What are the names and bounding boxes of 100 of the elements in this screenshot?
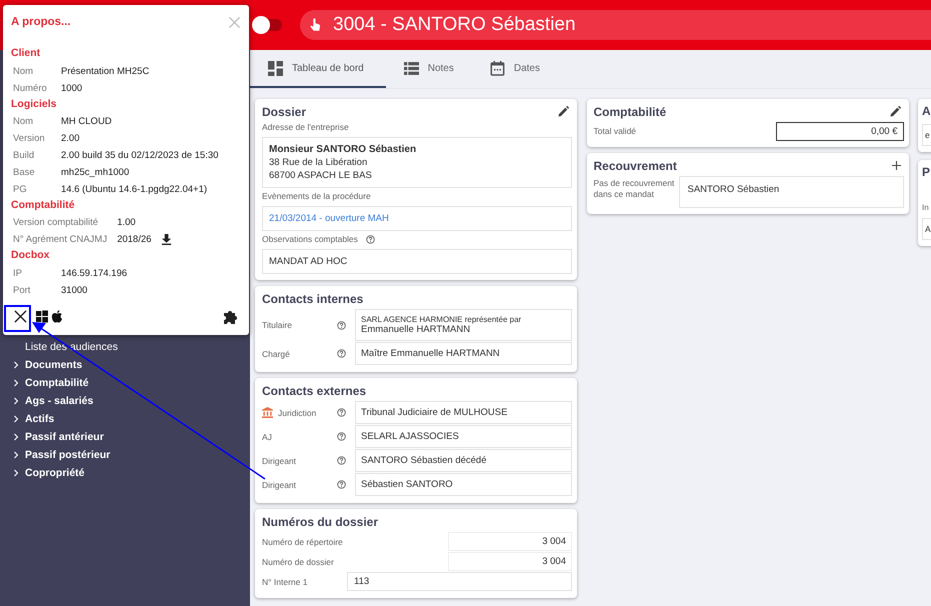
total-field[interactable]: 0,00 € [776, 122, 904, 141]
help-icon[interactable] [337, 456, 346, 465]
info-value: 1.00 [117, 217, 136, 228]
tab[interactable]: Dates [472, 50, 558, 88]
address-line: 38 Rue de la Libération [269, 156, 368, 169]
info-label: Base [13, 166, 36, 180]
pencil-icon[interactable] [558, 106, 569, 117]
contact-field[interactable]: Tribunal Judiciaire de MULHOUSE [355, 401, 572, 424]
chevron-icon [13, 433, 19, 441]
contact-field[interactable]: Sébastien SANTORO [355, 473, 572, 496]
sidebar-group-label: Copropriété [25, 467, 85, 479]
info-value: 146.59.174.196 [61, 268, 128, 280]
section-title: Client [11, 47, 42, 61]
info-label: N° Agrément CNAJMJ [13, 233, 108, 248]
recovery-field[interactable]: SANTORO Sébastien [678, 176, 904, 208]
calendar-icon [490, 60, 505, 76]
toggle-switch[interactable] [253, 19, 282, 31]
card-title: P [922, 165, 931, 179]
info-value: mh25c_mh1000 [61, 166, 130, 178]
contact-field[interactable]: SANTORO Sébastien décédé [355, 449, 572, 472]
sidebar-group-label: Documents [25, 359, 82, 371]
info-value: 31000 [61, 284, 88, 296]
info-value: Présentation MH25C [61, 66, 150, 77]
info-label: Version [13, 132, 46, 146]
input-field[interactable]: A [922, 218, 931, 240]
case-title: 3004 - SANTORO Sébastien [333, 14, 576, 36]
apple-icon[interactable] [51, 310, 63, 324]
readonly-field: 3 004 [448, 532, 572, 551]
field-label: Observations comptables [262, 234, 358, 244]
info-value: MH CLOUD [61, 116, 112, 128]
sidebar-group-label: Passif postérieur [25, 449, 110, 461]
info-label: Version comptabilité [13, 216, 100, 230]
courthouse-icon [262, 407, 273, 418]
input-field[interactable]: e [922, 124, 931, 146]
info-label: IP [13, 267, 23, 282]
list-icon [404, 60, 419, 76]
sidebar-group[interactable]: Copropriété [0, 464, 250, 482]
dialog-title: A propos... [11, 16, 71, 28]
sidebar-group-label: Passif antérieur [25, 431, 104, 443]
info-value: 1000 [61, 82, 82, 94]
sidebar-group[interactable]: Documents [0, 356, 250, 374]
info-label: Nom [13, 64, 34, 79]
sidebar-group[interactable]: Actifs [0, 410, 250, 428]
help-icon[interactable] [337, 349, 346, 358]
field-label: Titulaire [262, 320, 293, 330]
field-label: Adresse de l'entreprise [262, 122, 350, 132]
field-label: AJ [262, 432, 272, 442]
close-icon[interactable] [14, 310, 27, 324]
sidebar-group[interactable]: Ags - salariés [0, 392, 250, 410]
puzzle-icon[interactable] [223, 308, 239, 325]
chevron-icon [13, 451, 19, 459]
help-icon[interactable] [337, 320, 346, 330]
info-label: Nom [13, 115, 34, 130]
field-label: Evènements de la procédure [262, 191, 372, 201]
address-line: 68700 ASPACH LE BAS [269, 169, 373, 182]
help-icon[interactable] [366, 234, 375, 244]
windows-icon[interactable] [36, 310, 48, 324]
pencil-icon[interactable] [890, 106, 900, 117]
sidebar-link[interactable]: Liste des audiences [0, 338, 250, 356]
help-icon[interactable] [337, 408, 346, 417]
plus-icon[interactable] [892, 161, 900, 170]
tab[interactable]: Notes [386, 50, 472, 88]
sidebar-group[interactable]: Comptabilité [0, 374, 250, 392]
field-label: Chargé [262, 348, 291, 358]
field-label: Juridiction [278, 408, 316, 418]
info-value: 2.00 build 35 du 02/12/2023 de 15:30 [61, 150, 218, 162]
info-label: Numéro [13, 82, 48, 96]
section-title: Comptabilité [11, 198, 76, 213]
chevron-icon [13, 379, 19, 387]
card-title: A [922, 104, 931, 118]
hand-pointer-icon [309, 17, 321, 33]
help-icon[interactable] [337, 480, 346, 489]
chevron-icon [13, 397, 19, 405]
section-title: Logiciels [11, 98, 58, 112]
card-title: Contacts internes [262, 292, 364, 306]
info-label: PG [13, 182, 28, 197]
sidebar-group[interactable]: Passif antérieur [0, 428, 250, 446]
help-icon[interactable] [337, 432, 346, 441]
card-title: Comptabilité [594, 104, 666, 118]
tab[interactable]: Tableau de bord [250, 50, 386, 88]
field-label: Dirigeant [262, 480, 296, 490]
sidebar-group-label: Comptabilité [25, 377, 89, 389]
info-value: 14.6 (Ubuntu 14.6-1.pgdg22.04+1) [61, 184, 208, 195]
info-value: 2.00 [61, 133, 80, 144]
chevron-icon [13, 415, 19, 423]
event-link[interactable]: 21/03/2014 - ouverture MAH [269, 213, 565, 224]
readonly-field: 3 004 [448, 552, 572, 571]
contact-field[interactable]: Maître Emmanuelle HARTMANN [355, 342, 572, 365]
field-label: Dirigeant [262, 456, 296, 466]
contact-field[interactable]: SARL AGENCE HARMONIE représentée par Emmanuelle HARTMANN [355, 309, 572, 341]
field-label: Numéro de répertoire [262, 536, 344, 546]
observations-field[interactable]: MANDAT AD HOC [262, 249, 572, 274]
address-name: Monsieur SANTORO Sébastien [269, 143, 418, 156]
field-label: In [922, 203, 930, 212]
sidebar-group[interactable]: Passif postérieur [0, 446, 250, 464]
contact-field[interactable]: SELARL AJASSOCIES [355, 425, 572, 448]
download-icon[interactable] [161, 234, 172, 246]
input-field[interactable]: 113 [347, 572, 572, 591]
field-label: N° Interne 1 [262, 576, 308, 586]
info-label: Port [13, 284, 32, 298]
